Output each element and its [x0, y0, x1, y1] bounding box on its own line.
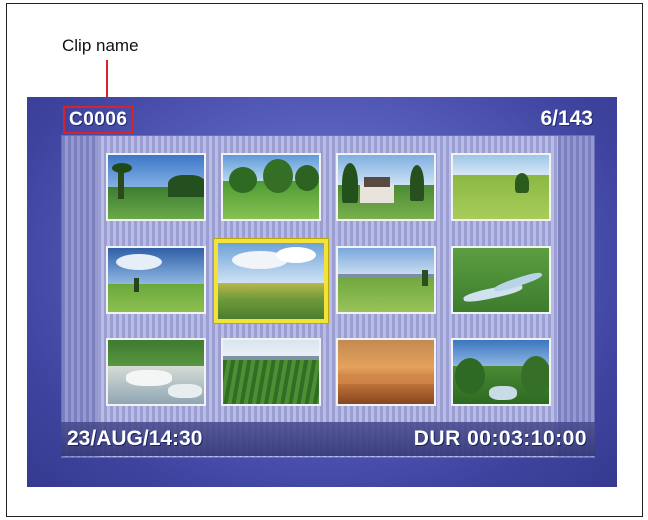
clip-name-display: C0006: [63, 106, 134, 134]
clip-thumbnail[interactable]: [451, 338, 551, 406]
clip-thumbnail[interactable]: [336, 338, 436, 406]
clip-thumbnail[interactable]: [336, 153, 436, 221]
clip-thumbnail[interactable]: [451, 246, 551, 314]
clip-name-callout-label: Clip name: [62, 36, 139, 55]
clip-thumbnail[interactable]: [451, 153, 551, 221]
clip-thumbnail[interactable]: [221, 153, 321, 221]
clip-thumbnail-selected[interactable]: [214, 239, 328, 323]
clip-thumbnail[interactable]: [106, 338, 206, 406]
clip-thumbnail[interactable]: [221, 338, 321, 406]
thumbnail-screen: C0006 6/143 23/AUG/14:30 DUR 00:03:10:00: [27, 97, 617, 487]
clip-counter: 6/143: [540, 107, 593, 130]
duration-display: DUR 00:03:10:00: [413, 427, 587, 450]
clip-thumbnail[interactable]: [106, 246, 206, 314]
clip-thumbnail[interactable]: [106, 153, 206, 221]
date-time-display: 23/AUG/14:30: [67, 427, 203, 450]
clip-thumbnail[interactable]: [336, 246, 436, 314]
